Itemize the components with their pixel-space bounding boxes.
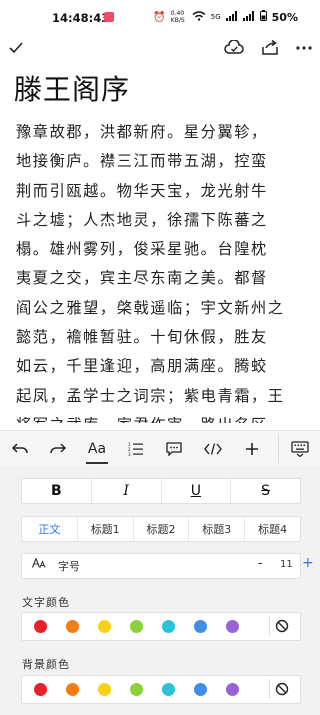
net-speed: 0.40 KB/S bbox=[170, 10, 185, 24]
style-h4[interactable]: 标题4 bbox=[245, 517, 300, 541]
format-toolbar: Aa 123 bbox=[0, 430, 320, 467]
text-format-button[interactable]: Aa bbox=[83, 435, 111, 463]
bg-color-blue[interactable] bbox=[194, 683, 207, 696]
text-color-blue[interactable] bbox=[194, 620, 207, 633]
active-tab-indicator bbox=[86, 462, 108, 464]
font-size-label: 字号 bbox=[58, 560, 80, 573]
body-line: 如云，千里逢迎，高朋满座。腾蛟 bbox=[16, 357, 268, 376]
redo-icon[interactable] bbox=[44, 435, 72, 463]
format-panel: B I U S 正文 标题1 标题2 标题3 标题4 字号 - 11 + 文字颜… bbox=[0, 466, 320, 715]
toolbar-divider bbox=[278, 435, 279, 463]
list-icon[interactable]: 123 bbox=[122, 435, 150, 463]
body-line: 夷夏之交，宾主尽东南之美。都督 bbox=[16, 269, 268, 288]
font-size-decrease[interactable]: - bbox=[258, 556, 263, 571]
body-line: 起凤，孟学士之词宗；紫电青霜，王 bbox=[16, 386, 285, 405]
more-options-icon[interactable] bbox=[292, 36, 316, 60]
bg-color-green[interactable] bbox=[130, 683, 143, 696]
text-color-row bbox=[21, 612, 301, 641]
style-h1[interactable]: 标题1 bbox=[78, 517, 134, 541]
paragraph-style-group: 正文 标题1 标题2 标题3 标题4 bbox=[21, 516, 301, 542]
text-color-cyan[interactable] bbox=[162, 620, 175, 633]
style-h2[interactable]: 标题2 bbox=[134, 517, 190, 541]
battery-percent: 50% bbox=[271, 10, 298, 24]
body-line: 荆而引瓯越。物华天宝，龙光射牛 bbox=[16, 181, 268, 200]
status-time: 14:48:43 bbox=[52, 11, 110, 25]
style-body[interactable]: 正文 bbox=[22, 517, 78, 541]
alarm-icon: ⏰ bbox=[153, 11, 166, 23]
status-bar: 14:48:43 ⏰ 0.40 KB/S 5G 50% bbox=[0, 0, 320, 36]
bold-button[interactable]: B bbox=[22, 479, 92, 503]
style-h3[interactable]: 标题3 bbox=[189, 517, 246, 541]
svg-text:3: 3 bbox=[128, 452, 131, 456]
body-line: 懿范，襜帷暂驻。十旬休假，胜友 bbox=[16, 328, 268, 347]
document-body[interactable]: 豫章故郡，洪都新府。星分翼轸， 地接衡庐。襟三江而带五湖，控蛮 荆而引瓯越。物华… bbox=[16, 118, 306, 423]
text-color-orange[interactable] bbox=[66, 620, 79, 633]
font-size-increase[interactable]: + bbox=[302, 555, 314, 571]
network-label: 5G bbox=[210, 13, 221, 21]
text-style-group: B I U S bbox=[21, 478, 301, 504]
bg-color-purple[interactable] bbox=[226, 683, 239, 696]
notification-app-icon bbox=[104, 12, 114, 22]
bg-color-red[interactable] bbox=[34, 683, 47, 696]
underline-button[interactable]: U bbox=[162, 479, 232, 503]
done-check-icon[interactable] bbox=[4, 36, 28, 60]
font-size-value: 11 bbox=[280, 559, 293, 570]
bg-color-cyan[interactable] bbox=[162, 683, 175, 696]
no-bg-color-icon[interactable] bbox=[269, 679, 294, 699]
comment-icon[interactable] bbox=[160, 435, 188, 463]
document-title[interactable]: 滕王阁序 bbox=[14, 68, 130, 108]
signal-icon bbox=[225, 10, 238, 24]
font-size-row: 字号 - 11 + bbox=[21, 553, 314, 579]
bg-color-row bbox=[21, 675, 301, 704]
insert-plus-icon[interactable] bbox=[238, 435, 266, 463]
undo-icon[interactable] bbox=[6, 435, 34, 463]
wifi-icon bbox=[192, 10, 206, 24]
signal-icon-2 bbox=[242, 10, 255, 24]
bg-color-yellow[interactable] bbox=[98, 683, 111, 696]
bg-color-label: 背景颜色 bbox=[22, 658, 70, 671]
body-line: 地接衡庐。襟三江而带五湖，控蛮 bbox=[16, 152, 268, 171]
body-line: 豫章故郡，洪都新府。星分翼轸， bbox=[16, 123, 268, 141]
cloud-sync-icon[interactable] bbox=[222, 36, 246, 60]
font-size-icon bbox=[31, 556, 46, 571]
share-icon[interactable] bbox=[258, 36, 282, 60]
body-line: 斗之墟；人杰地灵，徐孺下陈蕃之 bbox=[16, 210, 268, 229]
italic-button[interactable]: I bbox=[92, 479, 162, 503]
text-color-label: 文字颜色 bbox=[22, 596, 70, 609]
body-line: 阎公之雅望，棨戟遥临；宇文新州之 bbox=[16, 298, 285, 317]
body-line: 榻。雄州雾列，俊采星驰。台隍枕 bbox=[16, 240, 268, 259]
body-line: 将军之武库。家君作宰，路出名区 bbox=[16, 411, 306, 423]
text-color-red[interactable] bbox=[34, 620, 47, 633]
keyboard-hide-icon[interactable] bbox=[286, 435, 314, 463]
bg-color-orange[interactable] bbox=[66, 683, 79, 696]
strikethrough-button[interactable]: S bbox=[231, 479, 300, 503]
no-color-icon[interactable] bbox=[269, 616, 294, 636]
text-color-purple[interactable] bbox=[226, 620, 239, 633]
text-color-green[interactable] bbox=[130, 620, 143, 633]
status-icons: ⏰ 0.40 KB/S 5G 50% bbox=[153, 10, 298, 24]
battery-icon bbox=[259, 10, 267, 24]
top-toolbar bbox=[0, 36, 320, 60]
code-icon[interactable] bbox=[199, 435, 227, 463]
text-color-yellow[interactable] bbox=[98, 620, 111, 633]
